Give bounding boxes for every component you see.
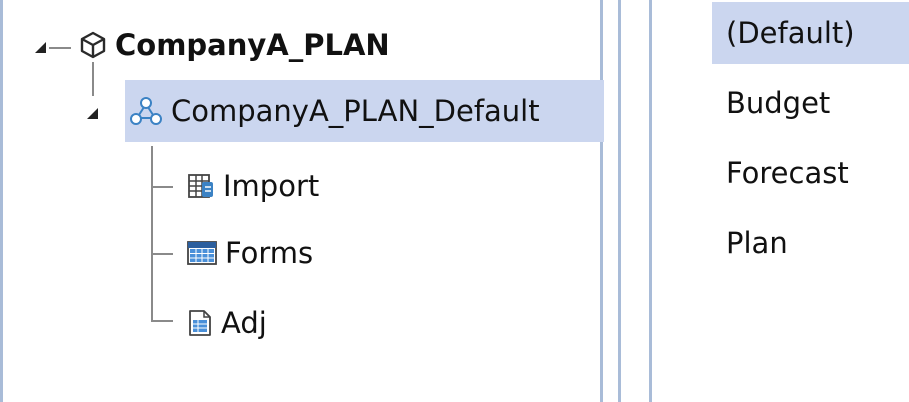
tree-connector: [151, 320, 173, 322]
tree-item-adj[interactable]: Adj: [187, 292, 267, 354]
tree-item-model[interactable]: CompanyA_PLAN_Default: [125, 80, 604, 142]
tree-connector: [151, 186, 173, 188]
tree-item-label: Import: [223, 168, 320, 203]
network-nodes-icon: [129, 96, 163, 126]
app-window: CompanyA_PLAN CompanyA_PLAN_Default Impo…: [0, 0, 909, 402]
document-icon: [187, 309, 213, 337]
expand-triangle-icon[interactable]: [35, 42, 46, 53]
list-item-plan[interactable]: Plan: [712, 212, 909, 274]
tree-item-label: CompanyA_PLAN_Default: [171, 93, 540, 128]
tree-item-forms[interactable]: Forms: [187, 222, 313, 284]
scenario-list: (Default) Budget Forecast Plan: [652, 0, 909, 402]
tree-connector: [49, 47, 71, 49]
list-item-default[interactable]: (Default): [712, 2, 909, 64]
tree-item-label: Adj: [221, 305, 267, 340]
tree-item-root[interactable]: CompanyA_PLAN: [79, 14, 390, 76]
cube-icon: [79, 31, 107, 59]
import-table-icon: [187, 172, 215, 200]
tree-item-import[interactable]: Import: [187, 155, 319, 217]
list-item-budget[interactable]: Budget: [712, 72, 909, 134]
tree-panel: CompanyA_PLAN CompanyA_PLAN_Default Impo…: [0, 0, 604, 402]
tree-connector: [151, 146, 153, 321]
list-item-forecast[interactable]: Forecast: [712, 142, 909, 204]
tree-connector: [151, 253, 173, 255]
panel-splitter[interactable]: [618, 0, 652, 402]
tree-item-label: CompanyA_PLAN: [115, 27, 390, 62]
expand-triangle-icon[interactable]: [87, 108, 98, 119]
tree-item-label: Forms: [225, 235, 314, 270]
forms-grid-icon: [187, 239, 217, 267]
